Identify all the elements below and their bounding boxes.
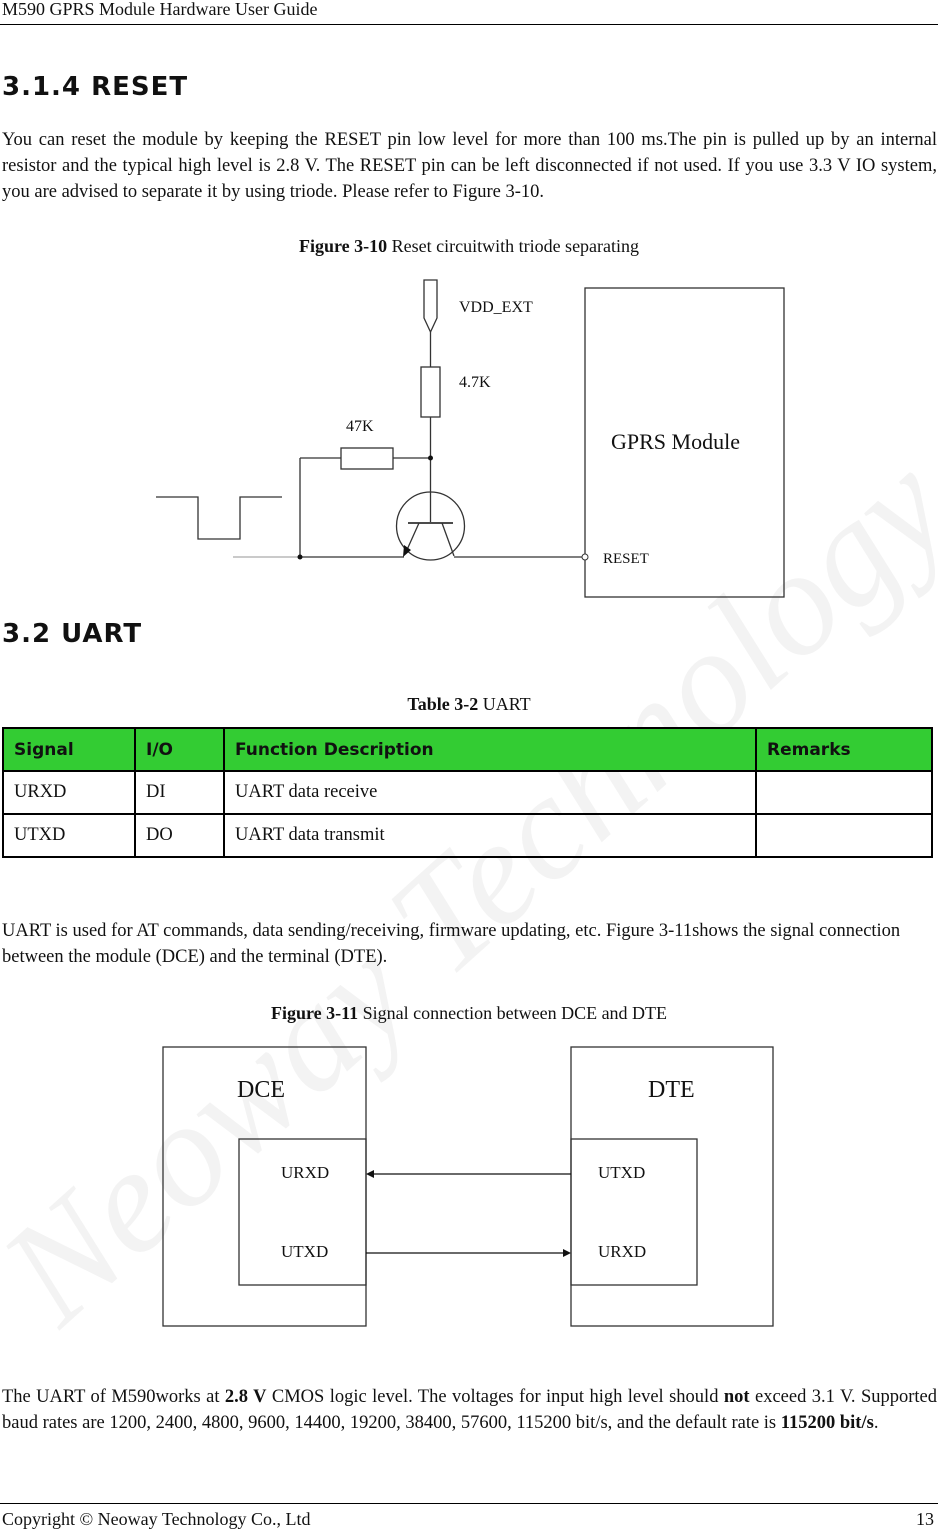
- uart-paragraph-1: UART is used for AT commands, data sendi…: [2, 921, 901, 967]
- table-caption-label: Table 3-2: [407, 694, 479, 714]
- vdd-ext-label: VDD_EXT: [459, 299, 533, 316]
- cell-function: UART data receive: [223, 770, 757, 815]
- reset-pin-label: RESET: [603, 551, 649, 567]
- section-heading-uart: 3.2 UART: [2, 619, 143, 649]
- uart-paragraph-2: The UART of M590works at 2.8 V CMOS logi…: [2, 1384, 937, 1436]
- table-row: URXD DI UART data receive: [2, 770, 933, 815]
- dce-pin-urxd: URXD: [281, 1163, 329, 1182]
- text-run: CMOS logic level. The voltages for input…: [266, 1387, 724, 1407]
- text-run: The UART of M590works at: [2, 1387, 225, 1407]
- cell-io: DO: [134, 813, 225, 858]
- reset-circuit-diagram: VDD_EXT 4.7K 47K GPRS Module RESET: [156, 279, 785, 598]
- figure-caption-text: Signal connection between DCE and DTE: [358, 1003, 668, 1023]
- figure-caption-label: Figure 3-11: [270, 1003, 359, 1023]
- dce-pin-box: [238, 1138, 367, 1286]
- cell-function: UART data transmit: [223, 813, 757, 858]
- column-header-function: Function Description: [223, 727, 757, 772]
- base-resistor-symbol: [340, 447, 394, 470]
- dte-pin-urxd: URXD: [598, 1242, 646, 1261]
- table-caption-text: UART: [478, 694, 531, 714]
- cell-signal: UTXD: [2, 813, 136, 858]
- arrowhead-right: [563, 1249, 571, 1257]
- cell-signal: URXD: [2, 770, 136, 815]
- input-pulse-waveform: [156, 496, 282, 540]
- emitter-arrow: [403, 545, 411, 557]
- dte-pin-utxd: UTXD: [598, 1163, 645, 1182]
- column-header-io: I/O: [134, 727, 225, 772]
- bold-voltage: 2.8 V: [224, 1387, 267, 1407]
- table-header-row: Signal I/O Function Description Remarks: [2, 727, 933, 772]
- arrowhead-left: [366, 1170, 374, 1178]
- uart-signal-table: Signal I/O Function Description Remarks …: [2, 727, 933, 858]
- junction-dot: [428, 455, 433, 461]
- dce-label: DCE: [237, 1077, 285, 1103]
- dce-dte-diagram: DCE DTE URXD UTXD UTXD URXD: [162, 1046, 774, 1327]
- table-row: UTXD DO UART data transmit: [2, 813, 933, 858]
- footer-copyright: Copyright © Neoway Technology Co., Ltd: [2, 1509, 311, 1529]
- cell-io: DI: [134, 770, 225, 815]
- figure-3-11-caption: Figure 3-11 Signal connection between DC…: [0, 1003, 938, 1024]
- dte-pin-box: [570, 1138, 698, 1286]
- pullup-resistor-label: 4.7K: [459, 374, 491, 391]
- bold-default-rate: 115200 bit/s: [780, 1413, 874, 1433]
- dce-pin-utxd: UTXD: [281, 1242, 328, 1261]
- dte-label: DTE: [648, 1077, 695, 1103]
- text-run: .: [873, 1413, 879, 1433]
- base-resistor-label: 47K: [346, 418, 374, 435]
- page-number: 13: [916, 1509, 934, 1529]
- cell-remarks: [755, 770, 933, 815]
- gprs-module-label: GPRS Module: [611, 429, 740, 454]
- table-3-2-caption: Table 3-2 UART: [0, 694, 938, 715]
- reset-pin-terminal: [581, 553, 589, 561]
- footer-rule: [0, 1503, 938, 1504]
- vdd-connector-symbol: [423, 279, 438, 334]
- bold-not: not: [723, 1387, 750, 1407]
- column-header-signal: Signal: [2, 727, 136, 772]
- pullup-resistor-symbol: [420, 366, 441, 418]
- column-header-remarks: Remarks: [755, 727, 933, 772]
- junction-dot: [297, 554, 303, 560]
- cell-remarks: [755, 813, 933, 858]
